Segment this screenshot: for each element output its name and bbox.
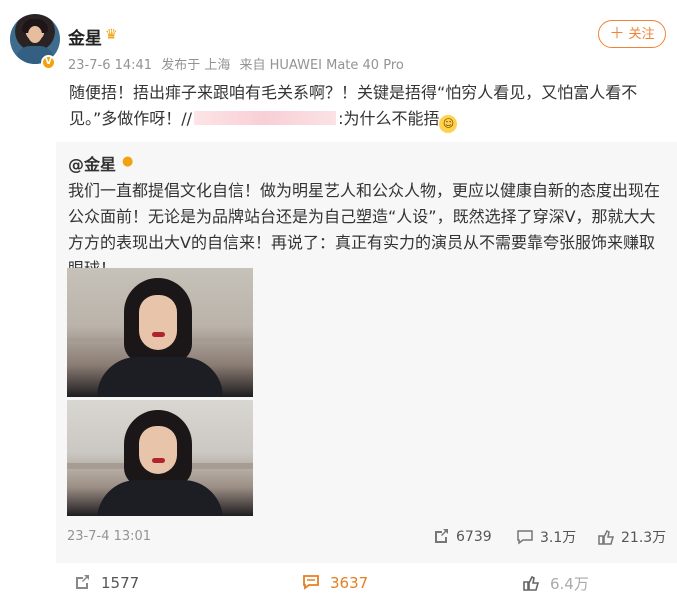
portrait-lips (152, 458, 165, 463)
repost-card[interactable]: @金星 ● 我们一直都提倡文化自信！做为明星艺人和公众人物，更应以健康自新的态度… (56, 142, 677, 563)
repost-verified-icon: ● (122, 154, 134, 169)
post-time[interactable]: 23-7-6 14:41 (68, 58, 152, 73)
repost-repost-action[interactable]: 6739 (432, 527, 492, 545)
repost-user-name[interactable]: @金星 (68, 151, 116, 175)
like-action[interactable]: 6.4万 (522, 573, 589, 594)
repost-comment-action[interactable]: 3.1万 (516, 527, 576, 547)
repost-count: 1577 (101, 574, 140, 592)
repost-footer: 23-7-4 13:01 6739 3.1万 21.3万 (56, 527, 677, 551)
portrait-coat (97, 480, 223, 516)
portrait-coat (97, 357, 223, 397)
thumbs-up-icon (598, 529, 614, 545)
verified-badge-icon: V (41, 55, 56, 70)
repost-text: 我们一直都提倡文化自信！做为明星艺人和公众人物，更应以健康自新的态度出现在公众面… (68, 181, 661, 278)
share-icon (76, 575, 89, 589)
comment-count: 3637 (330, 574, 369, 592)
repost-like-action[interactable]: 21.3万 (597, 527, 666, 547)
post-text: 随便捂！捂出痱子来跟咱有毛关系啊？！关键是捂得“怕穷人看见，又怕富人看不见。”多… (69, 80, 659, 133)
repost-action[interactable]: 1577 (73, 573, 139, 592)
crown-icon: ♛ (105, 27, 118, 43)
post-action-bar: 1577 3637 6.4万 (0, 570, 677, 603)
repost-image-1[interactable] (67, 268, 253, 397)
thumbs-up-icon (523, 575, 540, 591)
blurred-username (194, 111, 337, 125)
plus-icon: ＋ (609, 25, 625, 42)
portrait-lips (152, 332, 165, 337)
repost-comment-count: 3.1万 (540, 530, 577, 546)
repost-time[interactable]: 23-7-4 13:01 (67, 529, 151, 544)
post-header: V 金星 ♛ 23-7-6 14:41 发布于 上海 来自 HUAWEI Mat… (0, 0, 677, 80)
repost-image-2[interactable] (67, 400, 253, 516)
comment-action[interactable]: 3637 (302, 573, 368, 592)
post-device: 来自 HUAWEI Mate 40 Pro (239, 58, 404, 73)
follow-label: 关注 (628, 26, 655, 41)
comment-icon (517, 530, 533, 545)
post-meta: 23-7-6 14:41 发布于 上海 来自 HUAWEI Mate 40 Pr… (68, 54, 409, 73)
repost-like-count: 21.3万 (621, 530, 667, 546)
share-icon (435, 529, 448, 543)
user-name[interactable]: 金星 (68, 24, 102, 49)
avatar-face (28, 26, 42, 43)
post-text-tail: :为什么不能捂 (338, 109, 440, 128)
portrait-face (139, 426, 177, 474)
laugh-emoji-icon: ☺ (439, 115, 458, 133)
portrait-face (139, 295, 177, 350)
follow-button[interactable]: ＋关注 (598, 20, 666, 48)
repost-repost-count: 6739 (456, 529, 492, 545)
post-location: 发布于 上海 (161, 58, 231, 73)
like-count: 6.4万 (550, 575, 589, 593)
comment-icon (303, 575, 319, 590)
